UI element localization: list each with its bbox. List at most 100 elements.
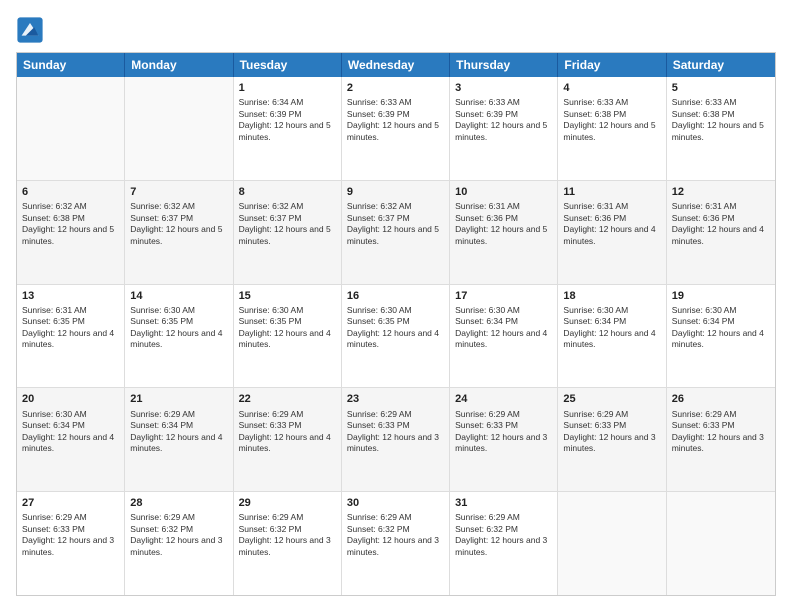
cell-info: Sunrise: 6:30 AM Sunset: 6:34 PM Dayligh… bbox=[22, 409, 119, 455]
day-header-saturday: Saturday bbox=[667, 53, 775, 77]
cell-date: 2 bbox=[347, 81, 444, 95]
cell-info: Sunrise: 6:33 AM Sunset: 6:39 PM Dayligh… bbox=[347, 97, 444, 143]
cell-info: Sunrise: 6:29 AM Sunset: 6:34 PM Dayligh… bbox=[130, 409, 227, 455]
calendar-cell: 24 Sunrise: 6:29 AM Sunset: 6:33 PM Dayli… bbox=[450, 388, 558, 491]
calendar-cell: 3 Sunrise: 6:33 AM Sunset: 6:39 PM Daylig… bbox=[450, 77, 558, 180]
cell-date: 29 bbox=[239, 496, 336, 510]
logo bbox=[16, 16, 48, 44]
cell-date: 8 bbox=[239, 185, 336, 199]
cell-info: Sunrise: 6:31 AM Sunset: 6:36 PM Dayligh… bbox=[672, 201, 770, 247]
cell-date: 20 bbox=[22, 392, 119, 406]
calendar-cell: 13 Sunrise: 6:31 AM Sunset: 6:35 PM Dayli… bbox=[17, 285, 125, 388]
cell-info: Sunrise: 6:29 AM Sunset: 6:33 PM Dayligh… bbox=[347, 409, 444, 455]
cell-date: 1 bbox=[239, 81, 336, 95]
cell-info: Sunrise: 6:31 AM Sunset: 6:36 PM Dayligh… bbox=[455, 201, 552, 247]
cell-info: Sunrise: 6:34 AM Sunset: 6:39 PM Dayligh… bbox=[239, 97, 336, 143]
cell-date: 28 bbox=[130, 496, 227, 510]
calendar-cell: 14 Sunrise: 6:30 AM Sunset: 6:35 PM Dayli… bbox=[125, 285, 233, 388]
cell-date: 18 bbox=[563, 289, 660, 303]
calendar-cell: 4 Sunrise: 6:33 AM Sunset: 6:38 PM Daylig… bbox=[558, 77, 666, 180]
cell-date: 21 bbox=[130, 392, 227, 406]
day-header-wednesday: Wednesday bbox=[342, 53, 450, 77]
logo-icon bbox=[16, 16, 44, 44]
calendar-cell: 20 Sunrise: 6:30 AM Sunset: 6:34 PM Dayli… bbox=[17, 388, 125, 491]
cell-date: 24 bbox=[455, 392, 552, 406]
cell-info: Sunrise: 6:32 AM Sunset: 6:38 PM Dayligh… bbox=[22, 201, 119, 247]
cell-info: Sunrise: 6:32 AM Sunset: 6:37 PM Dayligh… bbox=[130, 201, 227, 247]
calendar-row: 20 Sunrise: 6:30 AM Sunset: 6:34 PM Dayli… bbox=[17, 388, 775, 492]
cell-info: Sunrise: 6:30 AM Sunset: 6:35 PM Dayligh… bbox=[130, 305, 227, 351]
day-header-monday: Monday bbox=[125, 53, 233, 77]
cell-date: 17 bbox=[455, 289, 552, 303]
cell-info: Sunrise: 6:29 AM Sunset: 6:33 PM Dayligh… bbox=[239, 409, 336, 455]
day-header-friday: Friday bbox=[558, 53, 666, 77]
calendar-cell: 29 Sunrise: 6:29 AM Sunset: 6:32 PM Dayli… bbox=[234, 492, 342, 595]
cell-info: Sunrise: 6:29 AM Sunset: 6:33 PM Dayligh… bbox=[455, 409, 552, 455]
cell-date: 27 bbox=[22, 496, 119, 510]
cell-info: Sunrise: 6:29 AM Sunset: 6:33 PM Dayligh… bbox=[672, 409, 770, 455]
cell-info: Sunrise: 6:33 AM Sunset: 6:39 PM Dayligh… bbox=[455, 97, 552, 143]
calendar-cell: 26 Sunrise: 6:29 AM Sunset: 6:33 PM Dayli… bbox=[667, 388, 775, 491]
calendar-cell bbox=[125, 77, 233, 180]
cell-info: Sunrise: 6:33 AM Sunset: 6:38 PM Dayligh… bbox=[672, 97, 770, 143]
cell-info: Sunrise: 6:30 AM Sunset: 6:34 PM Dayligh… bbox=[455, 305, 552, 351]
cell-date: 6 bbox=[22, 185, 119, 199]
cell-date: 14 bbox=[130, 289, 227, 303]
calendar-row: 1 Sunrise: 6:34 AM Sunset: 6:39 PM Daylig… bbox=[17, 77, 775, 181]
calendar-row: 27Sunrise: 6:29 AM Sunset: 6:33 PM Dayli… bbox=[17, 492, 775, 595]
calendar-cell: 19 Sunrise: 6:30 AM Sunset: 6:34 PM Dayli… bbox=[667, 285, 775, 388]
cell-info: Sunrise: 6:29 AM Sunset: 6:32 PM Dayligh… bbox=[347, 512, 444, 558]
calendar-cell: 22Sunrise: 6:29 AM Sunset: 6:33 PM Dayli… bbox=[234, 388, 342, 491]
calendar-cell: 23Sunrise: 6:29 AM Sunset: 6:33 PM Dayli… bbox=[342, 388, 450, 491]
day-header-tuesday: Tuesday bbox=[234, 53, 342, 77]
calendar-cell: 11 Sunrise: 6:31 AM Sunset: 6:36 PM Dayli… bbox=[558, 181, 666, 284]
cell-date: 30 bbox=[347, 496, 444, 510]
cell-date: 19 bbox=[672, 289, 770, 303]
cell-date: 7 bbox=[130, 185, 227, 199]
calendar-cell: 16 Sunrise: 6:30 AM Sunset: 6:35 PM Dayli… bbox=[342, 285, 450, 388]
calendar-cell: 21 Sunrise: 6:29 AM Sunset: 6:34 PM Dayli… bbox=[125, 388, 233, 491]
cell-date: 11 bbox=[563, 185, 660, 199]
cell-info: Sunrise: 6:29 AM Sunset: 6:32 PM Dayligh… bbox=[130, 512, 227, 558]
page: SundayMondayTuesdayWednesdayThursdayFrid… bbox=[0, 0, 792, 612]
calendar-cell: 8 Sunrise: 6:32 AM Sunset: 6:37 PM Daylig… bbox=[234, 181, 342, 284]
calendar-cell: 17 Sunrise: 6:30 AM Sunset: 6:34 PM Dayli… bbox=[450, 285, 558, 388]
cell-date: 25 bbox=[563, 392, 660, 406]
cell-info: Sunrise: 6:31 AM Sunset: 6:35 PM Dayligh… bbox=[22, 305, 119, 351]
cell-info: Sunrise: 6:32 AM Sunset: 6:37 PM Dayligh… bbox=[239, 201, 336, 247]
cell-date: 13 bbox=[22, 289, 119, 303]
calendar-cell bbox=[667, 492, 775, 595]
cell-info: Sunrise: 6:29 AM Sunset: 6:33 PM Dayligh… bbox=[563, 409, 660, 455]
calendar-row: 13 Sunrise: 6:31 AM Sunset: 6:35 PM Dayli… bbox=[17, 285, 775, 389]
calendar-cell: 1 Sunrise: 6:34 AM Sunset: 6:39 PM Daylig… bbox=[234, 77, 342, 180]
cell-date: 4 bbox=[563, 81, 660, 95]
cell-info: Sunrise: 6:29 AM Sunset: 6:32 PM Dayligh… bbox=[239, 512, 336, 558]
calendar-cell: 25 Sunrise: 6:29 AM Sunset: 6:33 PM Dayli… bbox=[558, 388, 666, 491]
calendar-cell bbox=[17, 77, 125, 180]
calendar-cell: 9Sunrise: 6:32 AM Sunset: 6:37 PM Daylig… bbox=[342, 181, 450, 284]
cell-info: Sunrise: 6:30 AM Sunset: 6:34 PM Dayligh… bbox=[672, 305, 770, 351]
cell-info: Sunrise: 6:30 AM Sunset: 6:35 PM Dayligh… bbox=[239, 305, 336, 351]
calendar-cell: 10 Sunrise: 6:31 AM Sunset: 6:36 PM Dayli… bbox=[450, 181, 558, 284]
cell-date: 16 bbox=[347, 289, 444, 303]
calendar-row: 6 Sunrise: 6:32 AM Sunset: 6:38 PM Daylig… bbox=[17, 181, 775, 285]
calendar-cell: 27Sunrise: 6:29 AM Sunset: 6:33 PM Dayli… bbox=[17, 492, 125, 595]
day-headers: SundayMondayTuesdayWednesdayThursdayFrid… bbox=[17, 53, 775, 77]
calendar-body: 1 Sunrise: 6:34 AM Sunset: 6:39 PM Daylig… bbox=[17, 77, 775, 595]
cell-info: Sunrise: 6:31 AM Sunset: 6:36 PM Dayligh… bbox=[563, 201, 660, 247]
calendar-cell: 12 Sunrise: 6:31 AM Sunset: 6:36 PM Dayli… bbox=[667, 181, 775, 284]
calendar-cell: 2 Sunrise: 6:33 AM Sunset: 6:39 PM Daylig… bbox=[342, 77, 450, 180]
cell-info: Sunrise: 6:33 AM Sunset: 6:38 PM Dayligh… bbox=[563, 97, 660, 143]
calendar-cell: 30 Sunrise: 6:29 AM Sunset: 6:32 PM Dayli… bbox=[342, 492, 450, 595]
cell-info: Sunrise: 6:30 AM Sunset: 6:35 PM Dayligh… bbox=[347, 305, 444, 351]
calendar-cell: 28 Sunrise: 6:29 AM Sunset: 6:32 PM Dayli… bbox=[125, 492, 233, 595]
cell-date: 10 bbox=[455, 185, 552, 199]
calendar-cell: 6 Sunrise: 6:32 AM Sunset: 6:38 PM Daylig… bbox=[17, 181, 125, 284]
cell-date: 12 bbox=[672, 185, 770, 199]
day-header-thursday: Thursday bbox=[450, 53, 558, 77]
calendar-cell: 15Sunrise: 6:30 AM Sunset: 6:35 PM Dayli… bbox=[234, 285, 342, 388]
cell-date: 3 bbox=[455, 81, 552, 95]
day-header-sunday: Sunday bbox=[17, 53, 125, 77]
cell-date: 26 bbox=[672, 392, 770, 406]
cell-info: Sunrise: 6:32 AM Sunset: 6:37 PM Dayligh… bbox=[347, 201, 444, 247]
